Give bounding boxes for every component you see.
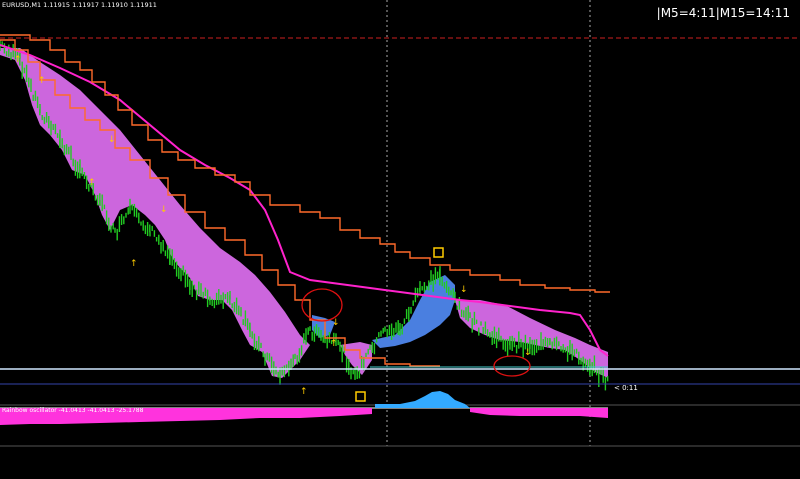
ma-line — [0, 44, 609, 357]
up-arrow-icon: ↑ — [38, 76, 46, 86]
signal-square-2 — [355, 391, 366, 402]
down-arrow-icon: ↓ — [524, 348, 532, 358]
oscillator-negative-2 — [470, 408, 608, 418]
oscillator-positive — [375, 391, 470, 408]
up-arrow-icon: ↑ — [88, 178, 96, 188]
down-arrow-icon: ↓ — [108, 135, 116, 145]
down-arrow-icon: ↓ — [332, 318, 340, 328]
price-tag: < 0:11 — [614, 384, 638, 392]
up-arrow-icon: ↑ — [330, 339, 338, 349]
cloud-bear — [0, 48, 310, 378]
timer-label: |M5=4:11|M15=14:11 — [656, 6, 790, 20]
down-arrow-icon: ↓ — [460, 285, 468, 295]
symbol-label: EURUSD,M1 1.11915 1.11917 1.11910 1.1191… — [2, 1, 157, 9]
annotation-ellipse-2 — [493, 355, 531, 377]
down-arrow-icon: ↓ — [160, 205, 168, 215]
up-arrow-icon: ↑ — [300, 387, 308, 397]
time-axis — [0, 446, 800, 479]
chart-window[interactable]: ↑ ↑ ↑ ↑ ↑ ↑ ↓ ↓ ↓ ↓ ↓ EURUSD,M1 1.11915 1.11917 1.… — [0, 0, 800, 479]
signal-square-1 — [433, 247, 444, 258]
up-arrow-icon: ↑ — [14, 55, 22, 65]
annotation-ellipse-1 — [301, 288, 343, 322]
oscillator-label: Rainbow oscillator -41.0413 -41.0413 -25… — [2, 407, 144, 414]
up-arrow-icon: ↑ — [130, 259, 138, 269]
